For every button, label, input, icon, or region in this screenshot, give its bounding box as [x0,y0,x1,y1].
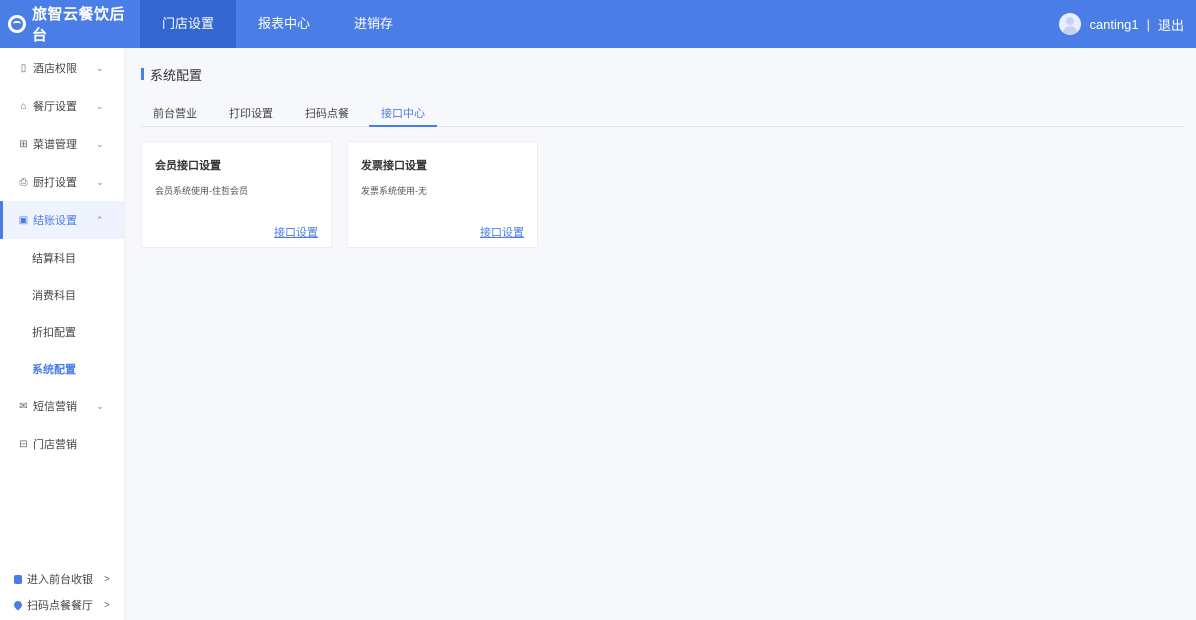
topnav-inventory[interactable]: 进销存 [332,0,415,48]
logout-button[interactable]: 退出 [1158,15,1184,34]
mail-icon: ✉ [19,400,28,412]
topnav-store-settings[interactable]: 门店设置 [140,0,237,48]
top-nav: 门店设置 报表中心 进销存 [140,0,415,48]
brand-name: 旅智云餐饮后台 [31,6,125,44]
chevron-up-icon: ⌃ [96,214,104,225]
sidebar-item-kitchen-print[interactable]: ⎙ 厨打设置 ⌄ [0,163,124,201]
sidebar: ▯ 酒店权限 ⌄ ⌂ 餐厅设置 ⌄ ⊞ 菜谱管理 ⌄ ⎙ 厨打设置 ⌄ ▣ 结账… [0,48,125,620]
grid-icon: ⊞ [19,138,28,150]
tab-bar: 前台营业 打印设置 扫码点餐 接口中心 [141,105,1185,127]
bottom-link-label: 进入前台收银 [27,574,93,586]
invoice-interface-settings-link[interactable]: 接口设置 [480,224,524,240]
member-interface-settings-link[interactable]: 接口设置 [274,224,318,240]
chevron-down-icon: ⌄ [96,400,104,411]
chevron-down-icon: ⌄ [96,100,104,111]
sidebar-item-restaurant-settings[interactable]: ⌂ 餐厅设置 ⌄ [0,87,124,125]
member-interface-card: 会员接口设置 会员系统使用-住哲会员 接口设置 [141,141,332,248]
sidebar-item-sms-marketing[interactable]: ✉ 短信营销 ⌄ [0,387,124,425]
user-area: canting1 | 退出 [1059,13,1196,35]
building-icon: ▯ [20,62,27,74]
chevron-down-icon: ⌄ [96,138,104,149]
sidebar-item-checkout-settings[interactable]: ▣ 结账设置 ⌃ [0,201,124,239]
store-icon: ⊟ [19,438,28,450]
avatar-icon[interactable] [1059,13,1082,35]
scan-order-link[interactable]: 扫码点餐餐厅 > [0,594,125,616]
home-icon: ⌂ [20,100,27,112]
tab-print-settings[interactable]: 打印设置 [217,105,285,127]
tab-front-business[interactable]: 前台营业 [141,105,209,127]
chevron-right-icon: > [104,573,110,585]
brand-logo-icon [8,15,26,33]
sidebar-item-label: 厨打设置 [33,177,77,189]
sidebar-item-store-marketing[interactable]: ⊟ 门店营销 [0,425,124,463]
card-description: 会员系统使用-住哲会员 [155,186,248,196]
enter-front-desk-link[interactable]: 进入前台收银 > [0,568,125,590]
tab-interface-center[interactable]: 接口中心 [369,105,437,127]
chevron-right-icon: > [104,599,110,611]
sidebar-item-label: 菜谱管理 [33,139,77,151]
page-title-text: 系统配置 [150,67,203,83]
location-pin-icon [12,599,24,611]
card-title: 发票接口设置 [361,160,427,172]
bottom-link-label: 扫码点餐餐厅 [27,600,93,612]
chevron-down-icon: ⌄ [96,176,104,187]
invoice-interface-card: 发票接口设置 发票系统使用-无 接口设置 [347,141,538,248]
top-bar: 旅智云餐饮后台 门店设置 报表中心 进销存 canting1 | 退出 [0,0,1196,48]
sidebar-item-label: 餐厅设置 [33,101,77,113]
chevron-down-icon: ⌄ [96,62,104,73]
sidebar-subitem-discount[interactable]: 折扣配置 [0,313,124,350]
sidebar-item-label: 门店营销 [33,439,77,451]
card-title: 会员接口设置 [155,160,221,172]
sidebar-item-label: 短信营销 [33,401,77,413]
user-separator: | [1146,16,1150,32]
sidebar-item-label: 酒店权限 [33,63,77,75]
sidebar-item-menu-management[interactable]: ⊞ 菜谱管理 ⌄ [0,125,124,163]
sidebar-subitem-settlement[interactable]: 结算科目 [0,239,124,276]
bill-icon: ▣ [18,214,29,226]
brand[interactable]: 旅智云餐饮后台 [0,0,140,48]
topnav-report-center[interactable]: 报表中心 [236,0,332,48]
tab-scan-order[interactable]: 扫码点餐 [293,105,361,127]
card-description: 发票系统使用-无 [361,186,427,196]
page-title: 系统配置 [141,66,203,83]
cashier-icon [14,574,22,584]
printer-icon: ⎙ [19,176,28,188]
sidebar-subitem-system-config[interactable]: 系统配置 [0,350,124,387]
sidebar-item-hotel-permissions[interactable]: ▯ 酒店权限 ⌄ [0,49,124,87]
sidebar-subitem-consumption[interactable]: 消费科目 [0,276,124,313]
username[interactable]: canting1 [1089,17,1138,32]
sidebar-item-label: 结账设置 [33,215,77,227]
